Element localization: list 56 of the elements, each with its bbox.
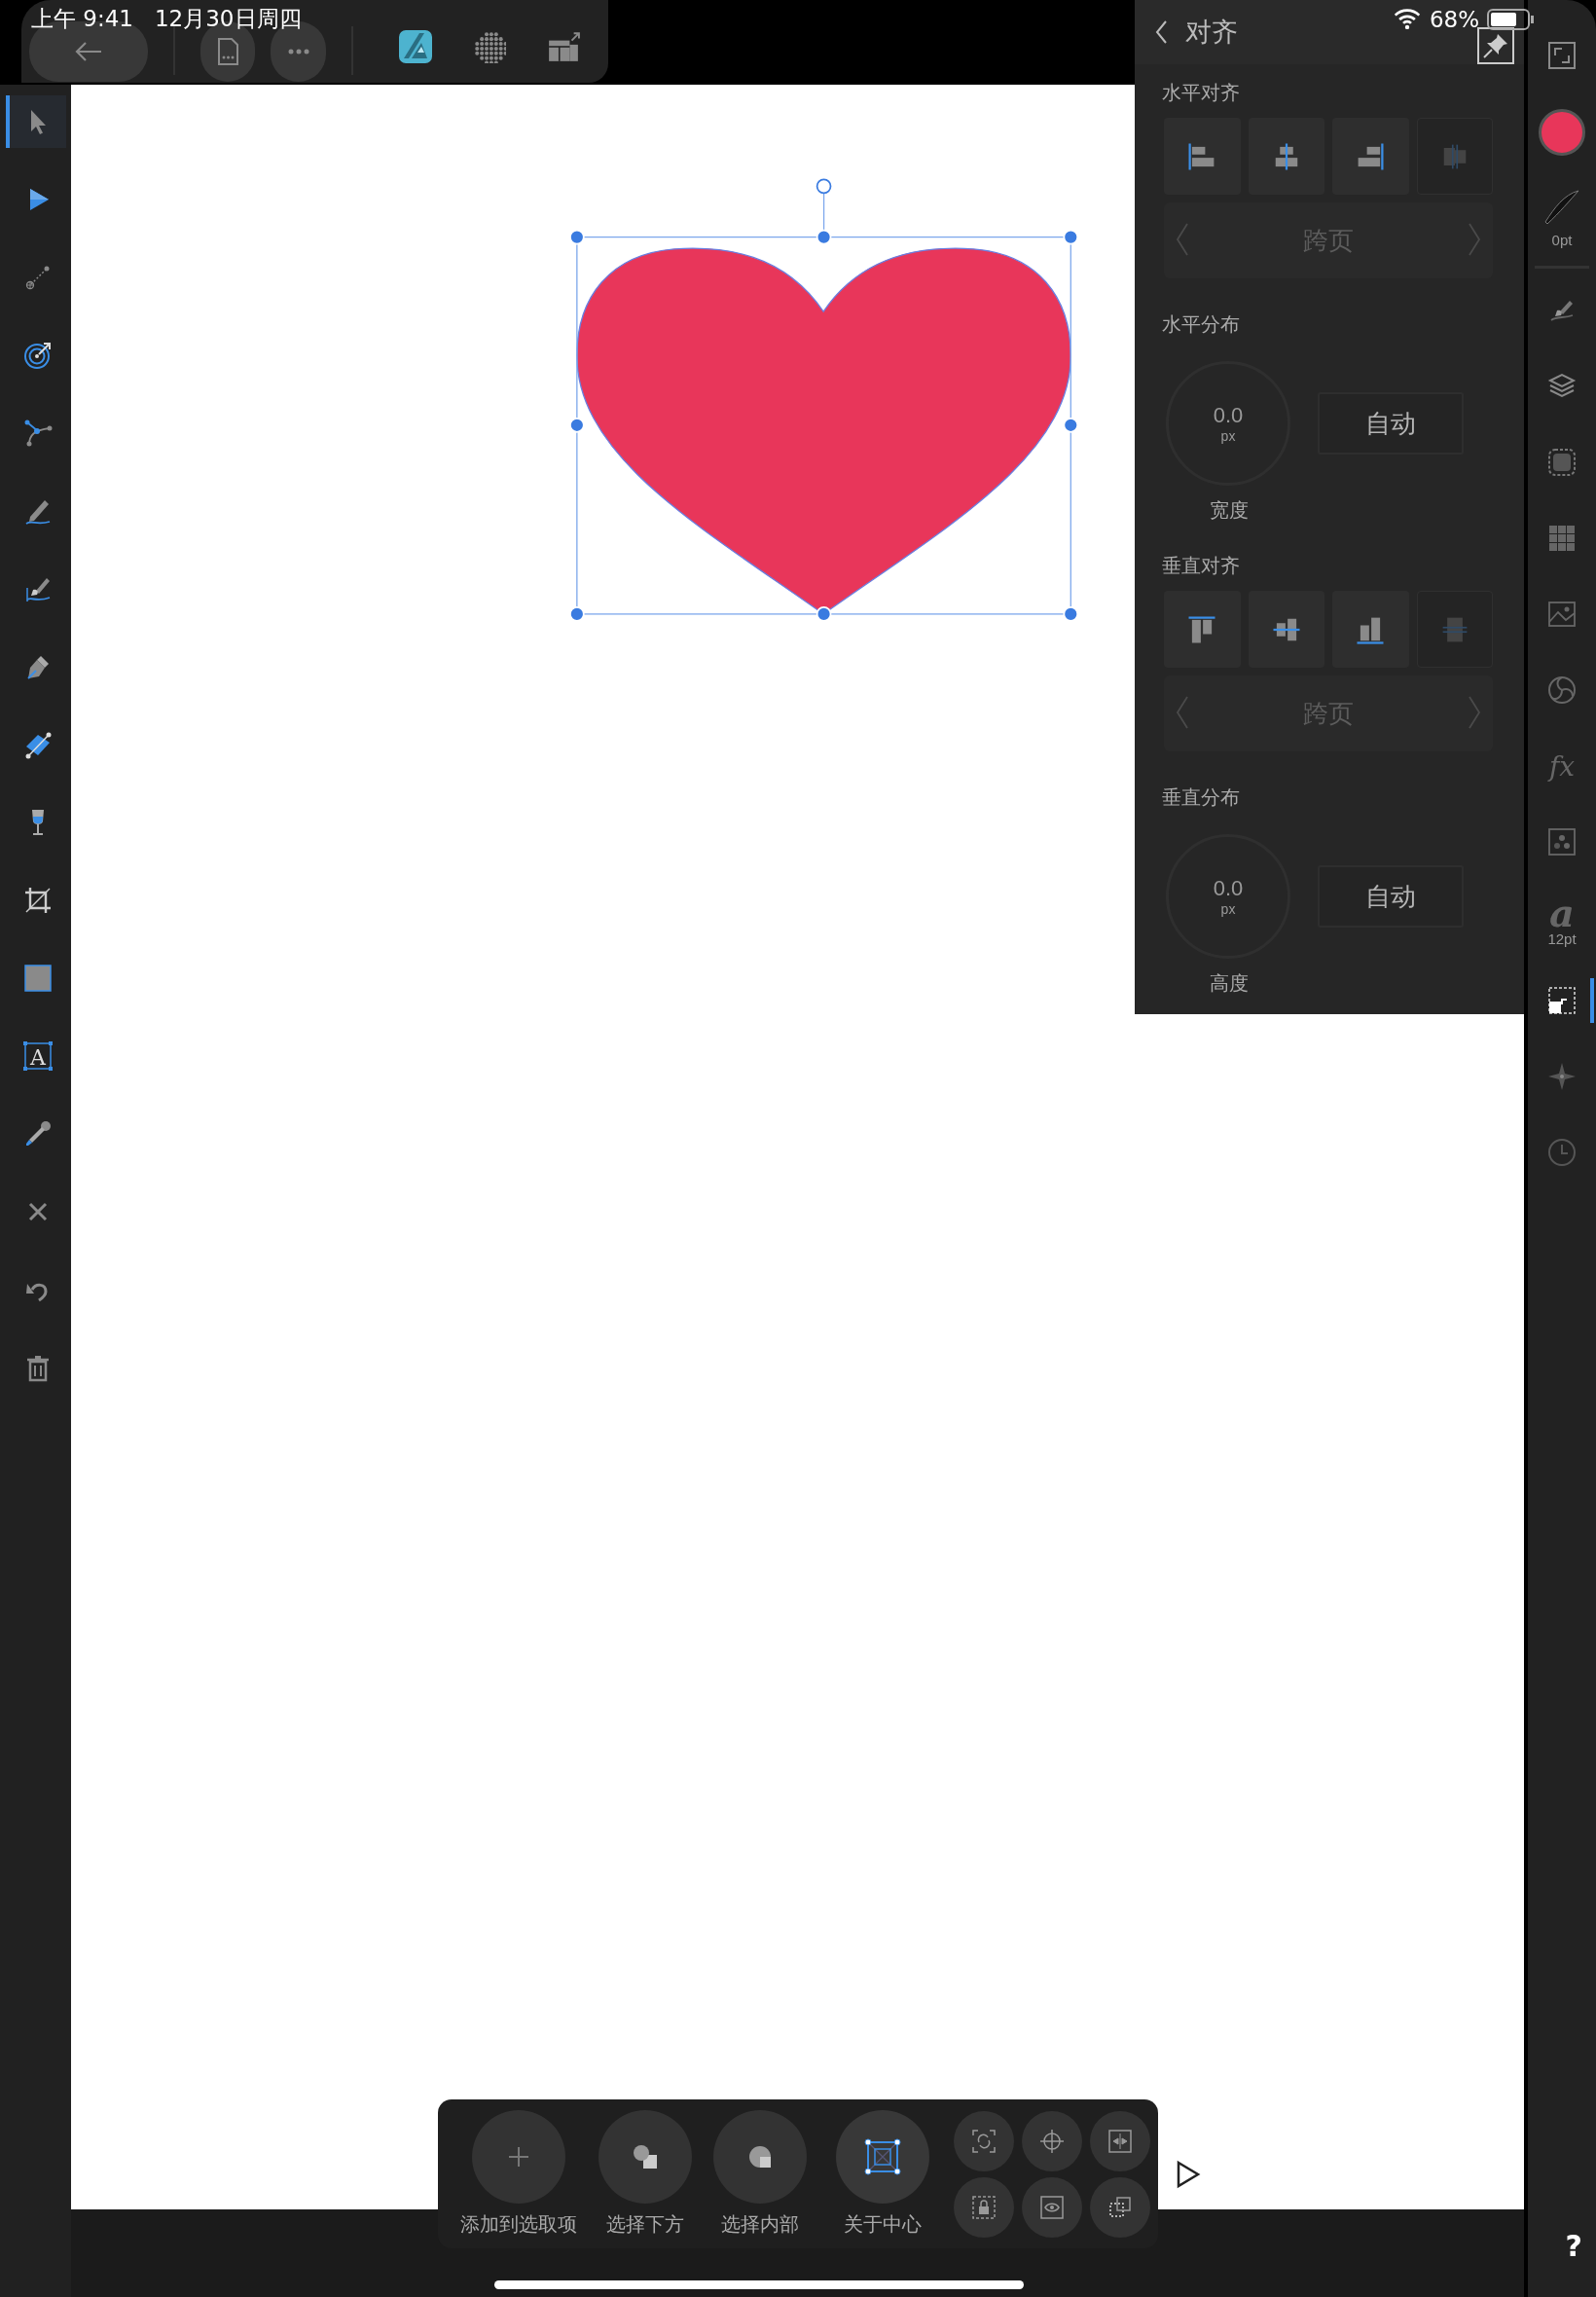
app-logo-icon: [397, 28, 433, 64]
tool-button[interactable]: [5, 95, 66, 148]
image-icon: [1546, 599, 1578, 630]
tool-button[interactable]: A: [5, 1030, 66, 1082]
text-style-glyph: a: [1549, 895, 1575, 930]
swatches-grid-icon: [1546, 523, 1578, 554]
selection-handle[interactable]: [1063, 606, 1079, 622]
spacing-dial[interactable]: 0.0 px: [1166, 834, 1290, 959]
transform-icon: [1546, 985, 1578, 1016]
dial-label: 宽度: [1209, 497, 1250, 524]
aperture-icon: [1546, 675, 1578, 706]
section-label: 水平对齐: [1162, 80, 1241, 106]
rotate-handle[interactable]: [816, 178, 832, 195]
studio-button[interactable]: 0pt: [1530, 187, 1594, 248]
export-layout-icon: [546, 29, 580, 63]
align-button[interactable]: [1332, 591, 1409, 668]
selection-handle[interactable]: [569, 418, 585, 433]
rectangle-icon: [21, 963, 54, 994]
font-size-label: 12pt: [1547, 930, 1577, 947]
fx-label: fx: [1548, 749, 1576, 783]
target-icon: [21, 340, 54, 371]
auto-button[interactable]: 自动: [1318, 392, 1464, 455]
text-frame-icon: A: [21, 1040, 54, 1072]
more-icon: [286, 48, 310, 55]
align-button[interactable]: [1164, 118, 1241, 195]
scale-center-icon: [863, 2137, 902, 2176]
section-label: 水平分布: [1162, 311, 1241, 338]
align-button[interactable]: [1332, 118, 1409, 195]
selection-handle[interactable]: [569, 606, 585, 622]
status-time: 上午 9:41: [31, 5, 133, 33]
pin-button[interactable]: [1477, 27, 1514, 64]
selection-handle[interactable]: [569, 229, 585, 245]
panel-title: 对齐: [1185, 16, 1238, 49]
selection-handle[interactable]: [1063, 229, 1079, 245]
studio-button[interactable]: a 12pt: [1530, 895, 1594, 947]
effects-icon: [1546, 826, 1578, 857]
stroke-icon: [1542, 187, 1581, 226]
status-date: 12月30日周四: [154, 5, 302, 33]
align-button[interactable]: [1248, 591, 1324, 668]
clock-icon: [1546, 1137, 1578, 1168]
section-label: 垂直对齐: [1162, 553, 1241, 579]
align-button[interactable]: [1164, 591, 1241, 668]
battery-percent: 68%: [1429, 6, 1479, 32]
spacing-dial[interactable]: 0.0 px: [1166, 361, 1290, 486]
selection-handle[interactable]: [816, 229, 832, 245]
auto-button[interactable]: 自动: [1318, 865, 1464, 928]
pixel-grid-icon: [472, 29, 506, 63]
help-button[interactable]: ?: [1565, 2229, 1582, 2263]
selection-mask-icon: [1546, 447, 1578, 478]
stroke-width-label: 0pt: [1551, 232, 1573, 248]
section-label: 垂直分布: [1162, 784, 1241, 811]
selection-handle[interactable]: [1063, 418, 1079, 433]
battery-icon: [1487, 8, 1536, 30]
expand-icon: [1546, 40, 1578, 71]
dial-label: 高度: [1209, 970, 1250, 997]
align-button[interactable]: [1248, 118, 1324, 195]
